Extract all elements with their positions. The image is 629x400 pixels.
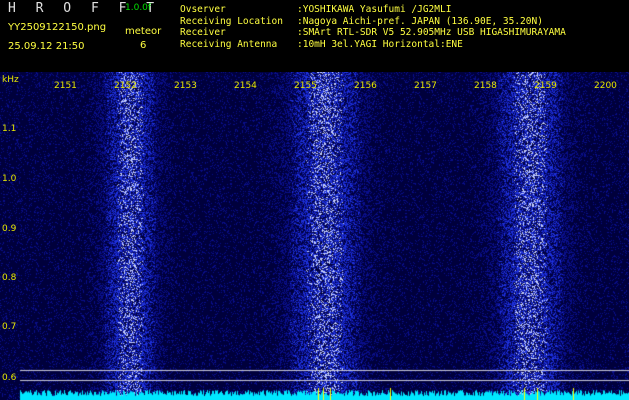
datetime-label: 25.09.12 21:50 bbox=[8, 41, 85, 52]
header-panel: H R O F F T 1.0.0f YY2509122150.png mete… bbox=[0, 0, 629, 72]
version-label: 1.0.0f bbox=[125, 3, 152, 13]
x-tick-label: 2155 bbox=[294, 81, 317, 91]
info-row-location: Receiving Location :Nagoya Aichi-pref. J… bbox=[180, 16, 566, 28]
info-key: Receiving Location bbox=[180, 15, 283, 27]
x-tick-label: 2159 bbox=[534, 81, 557, 91]
meteor-count: 6 bbox=[140, 40, 147, 51]
meteor-label: meteor bbox=[125, 26, 162, 37]
x-tick-label: 2151 bbox=[54, 81, 77, 91]
y-tick-label: 1.1 bbox=[2, 124, 17, 134]
filename-label: YY2509122150.png bbox=[8, 22, 107, 33]
x-tick-label: 2152 bbox=[114, 81, 137, 91]
info-value: :SMArt RTL-SDR V5 52.905MHz USB HIGASHIM… bbox=[297, 27, 566, 38]
info-value: :Nagoya Aichi-pref. JAPAN (136.90E, 35.2… bbox=[297, 15, 543, 27]
y-tick-label: 1.0 bbox=[2, 174, 17, 184]
info-key: Ovserver bbox=[180, 4, 226, 15]
y-tick-label: 0.7 bbox=[2, 322, 17, 332]
x-tick-label: 2158 bbox=[474, 81, 497, 91]
x-tick-label: 2200 bbox=[594, 81, 617, 91]
y-tick-label: 0.6 bbox=[2, 373, 17, 383]
spectrogram-canvas bbox=[0, 72, 629, 400]
y-tick-label: 0.9 bbox=[2, 224, 17, 234]
y-tick-label: 0.8 bbox=[2, 273, 17, 283]
x-tick-label: 2154 bbox=[234, 81, 257, 91]
info-row-observer: Ovserver :YOSHIKAWA Yasufumi /JG2MLI bbox=[180, 4, 566, 16]
info-value: :10mH 3el.YAGI Horizontal:ENE bbox=[297, 38, 463, 50]
info-key: Receiving Antenna bbox=[180, 38, 278, 50]
station-info: Ovserver :YOSHIKAWA Yasufumi /JG2MLI Rec… bbox=[180, 4, 566, 50]
info-key: Receiver bbox=[180, 27, 226, 38]
info-row-receiver: Receiver :SMArt RTL-SDR V5 52.905MHz USB… bbox=[180, 27, 566, 39]
x-tick-label: 2156 bbox=[354, 81, 377, 91]
x-tick-label: 2153 bbox=[174, 81, 197, 91]
y-unit-label: kHz bbox=[2, 75, 19, 85]
info-value: :YOSHIKAWA Yasufumi /JG2MLI bbox=[297, 4, 452, 15]
info-row-antenna: Receiving Antenna :10mH 3el.YAGI Horizon… bbox=[180, 39, 566, 51]
x-tick-label: 2157 bbox=[414, 81, 437, 91]
